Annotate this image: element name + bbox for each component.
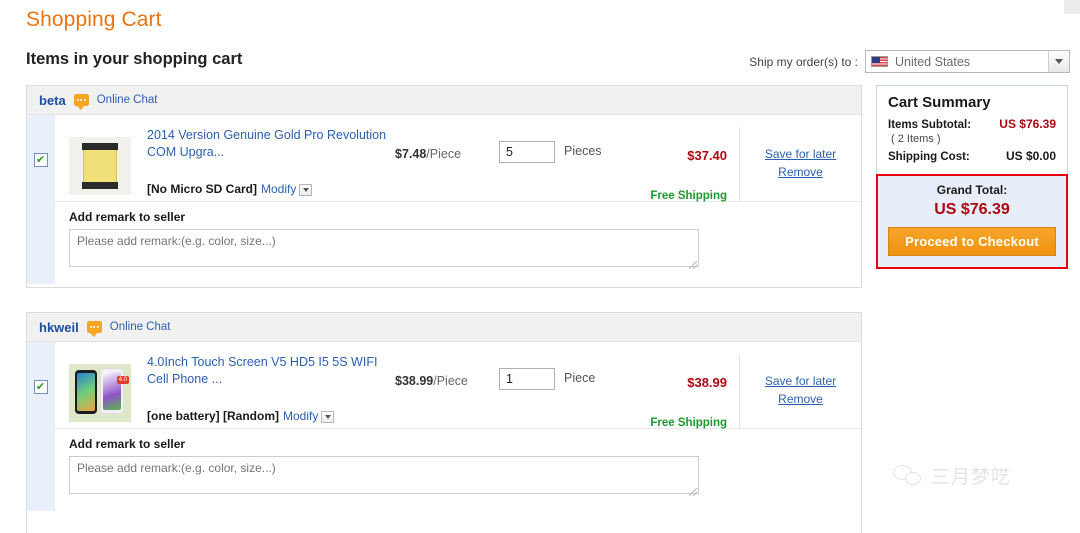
unit-price-suffix: /Piece — [426, 147, 461, 161]
item-description: 2014 Version Genuine Gold Pro Revolution… — [147, 127, 395, 201]
item-body: 2014 Version Genuine Gold Pro Revolution… — [27, 115, 861, 284]
quantity-control: Piece — [499, 354, 635, 428]
checkbox-checked-icon[interactable] — [34, 153, 48, 167]
checkbox-checked-icon[interactable] — [34, 380, 48, 394]
select-column — [27, 342, 55, 511]
chat-bubble-icon[interactable] — [74, 94, 89, 106]
line-amount: $38.99 Free Shipping — [635, 354, 727, 428]
item-actions: Save for later Remove — [739, 127, 861, 201]
unit-price: $38.99/Piece — [395, 354, 499, 428]
remark-input[interactable] — [69, 229, 699, 267]
remark-title: Add remark to seller — [69, 210, 847, 224]
online-chat-link[interactable]: Online Chat — [97, 94, 158, 106]
quantity-input[interactable] — [499, 141, 555, 163]
ship-to-label: Ship my order(s) to : — [749, 55, 858, 69]
remark-title: Add remark to seller — [69, 437, 847, 451]
item-description: 4.0Inch Touch Screen V5 HD5 I5 5S WIFI C… — [147, 354, 395, 428]
subtotal-value: US $76.39 — [999, 117, 1056, 131]
seller-name[interactable]: beta — [39, 93, 66, 108]
product-title-link[interactable]: 4.0Inch Touch Screen V5 HD5 I5 5S WIFI C… — [147, 354, 395, 388]
remove-link[interactable]: Remove — [740, 392, 861, 406]
section-title: Items in your shopping cart — [26, 50, 242, 69]
us-flag-icon — [871, 56, 888, 67]
subtotal-label: Items Subtotal: — [888, 119, 971, 131]
select-column — [27, 115, 55, 284]
variant-text: [one battery] [Random] — [147, 409, 279, 423]
shipping-value: US $0.00 — [1006, 149, 1056, 163]
unit-price: $7.48/Piece — [395, 127, 499, 201]
item-variant: [one battery] [Random] Modify — [147, 409, 395, 423]
quantity-unit: Pieces — [564, 141, 602, 158]
quantity-input[interactable] — [499, 368, 555, 390]
unit-price-value: $7.48 — [395, 147, 426, 161]
remark-block: Add remark to seller — [55, 201, 861, 284]
product-thumbnail[interactable]: 4.0 — [69, 364, 131, 422]
line-amount-value: $38.99 — [687, 375, 727, 390]
wechat-icon — [893, 465, 923, 487]
table-row: 4.0 4.0Inch Touch Screen V5 HD5 I5 5S WI… — [55, 342, 861, 428]
page-title: Shopping Cart — [26, 8, 162, 32]
free-shipping-note: Free Shipping — [650, 417, 727, 429]
online-chat-link[interactable]: Online Chat — [110, 321, 171, 333]
remove-link[interactable]: Remove — [740, 165, 861, 179]
item-body: 4.0 4.0Inch Touch Screen V5 HD5 I5 5S WI… — [27, 342, 861, 511]
line-amount-value: $37.40 — [687, 148, 727, 163]
subtotal-row: Items Subtotal: US $76.39 — [888, 117, 1056, 131]
cart-summary-panel: Cart Summary Items Subtotal: US $76.39 (… — [876, 85, 1068, 269]
free-shipping-note: Free Shipping — [650, 190, 727, 202]
seller-card: hkweil Online Chat 4.0 4.0Inch Touch Scr… — [26, 312, 862, 533]
modify-link[interactable]: Modify — [261, 182, 296, 196]
ship-to-control: Ship my order(s) to : United States — [749, 50, 1070, 73]
shopping-cart-page: Shopping Cart Items in your shopping car… — [0, 0, 1080, 533]
quantity-unit: Piece — [564, 368, 595, 385]
seller-name[interactable]: hkweil — [39, 320, 79, 335]
country-select[interactable]: United States — [865, 50, 1070, 73]
product-thumbnail[interactable] — [69, 137, 131, 195]
grand-total-value: US $76.39 — [888, 201, 1056, 219]
item-variant: [No Micro SD Card] Modify — [147, 182, 395, 196]
proceed-to-checkout-button[interactable]: Proceed to Checkout — [888, 227, 1056, 256]
scrollbar-corner[interactable] — [1064, 0, 1080, 14]
watermark: 三月梦呓 — [893, 462, 1011, 489]
cart-summary-title: Cart Summary — [877, 86, 1067, 117]
line-amount: $37.40 Free Shipping — [635, 127, 727, 201]
item-main: 2014 Version Genuine Gold Pro Revolution… — [55, 115, 861, 284]
chevron-down-icon[interactable] — [321, 411, 334, 423]
grand-total-label: Grand Total: — [888, 183, 1056, 197]
chevron-down-icon[interactable] — [299, 184, 312, 196]
product-title-link[interactable]: 2014 Version Genuine Gold Pro Revolution… — [147, 127, 395, 161]
variant-text: [No Micro SD Card] — [147, 182, 257, 196]
seller-card: beta Online Chat 2014 Version Genuine Go… — [26, 85, 862, 288]
remark-input[interactable] — [69, 456, 699, 494]
watermark-text: 三月梦呓 — [931, 462, 1011, 489]
item-main: 4.0 4.0Inch Touch Screen V5 HD5 I5 5S WI… — [55, 342, 861, 511]
item-actions: Save for later Remove — [739, 354, 861, 428]
items-count: ( 2 Items ) — [891, 133, 1056, 145]
country-select-value: United States — [895, 55, 970, 69]
unit-price-value: $38.99 — [395, 374, 433, 388]
quantity-control: Pieces — [499, 127, 635, 201]
chevron-down-icon[interactable] — [1048, 51, 1069, 72]
unit-price-suffix: /Piece — [433, 374, 468, 388]
remark-block: Add remark to seller — [55, 428, 861, 511]
shipping-label: Shipping Cost: — [888, 151, 970, 163]
cart-summary-rows: Items Subtotal: US $76.39 ( 2 Items ) Sh… — [877, 117, 1067, 174]
save-for-later-link[interactable]: Save for later — [740, 147, 861, 161]
save-for-later-link[interactable]: Save for later — [740, 374, 861, 388]
seller-header: beta Online Chat — [27, 86, 861, 115]
shipping-row: Shipping Cost: US $0.00 — [888, 149, 1056, 163]
seller-header: hkweil Online Chat — [27, 313, 861, 342]
chat-bubble-icon[interactable] — [87, 321, 102, 333]
grand-total-highlight: Grand Total: US $76.39 Proceed to Checko… — [876, 174, 1068, 269]
table-row: 2014 Version Genuine Gold Pro Revolution… — [55, 115, 861, 201]
modify-link[interactable]: Modify — [283, 409, 318, 423]
